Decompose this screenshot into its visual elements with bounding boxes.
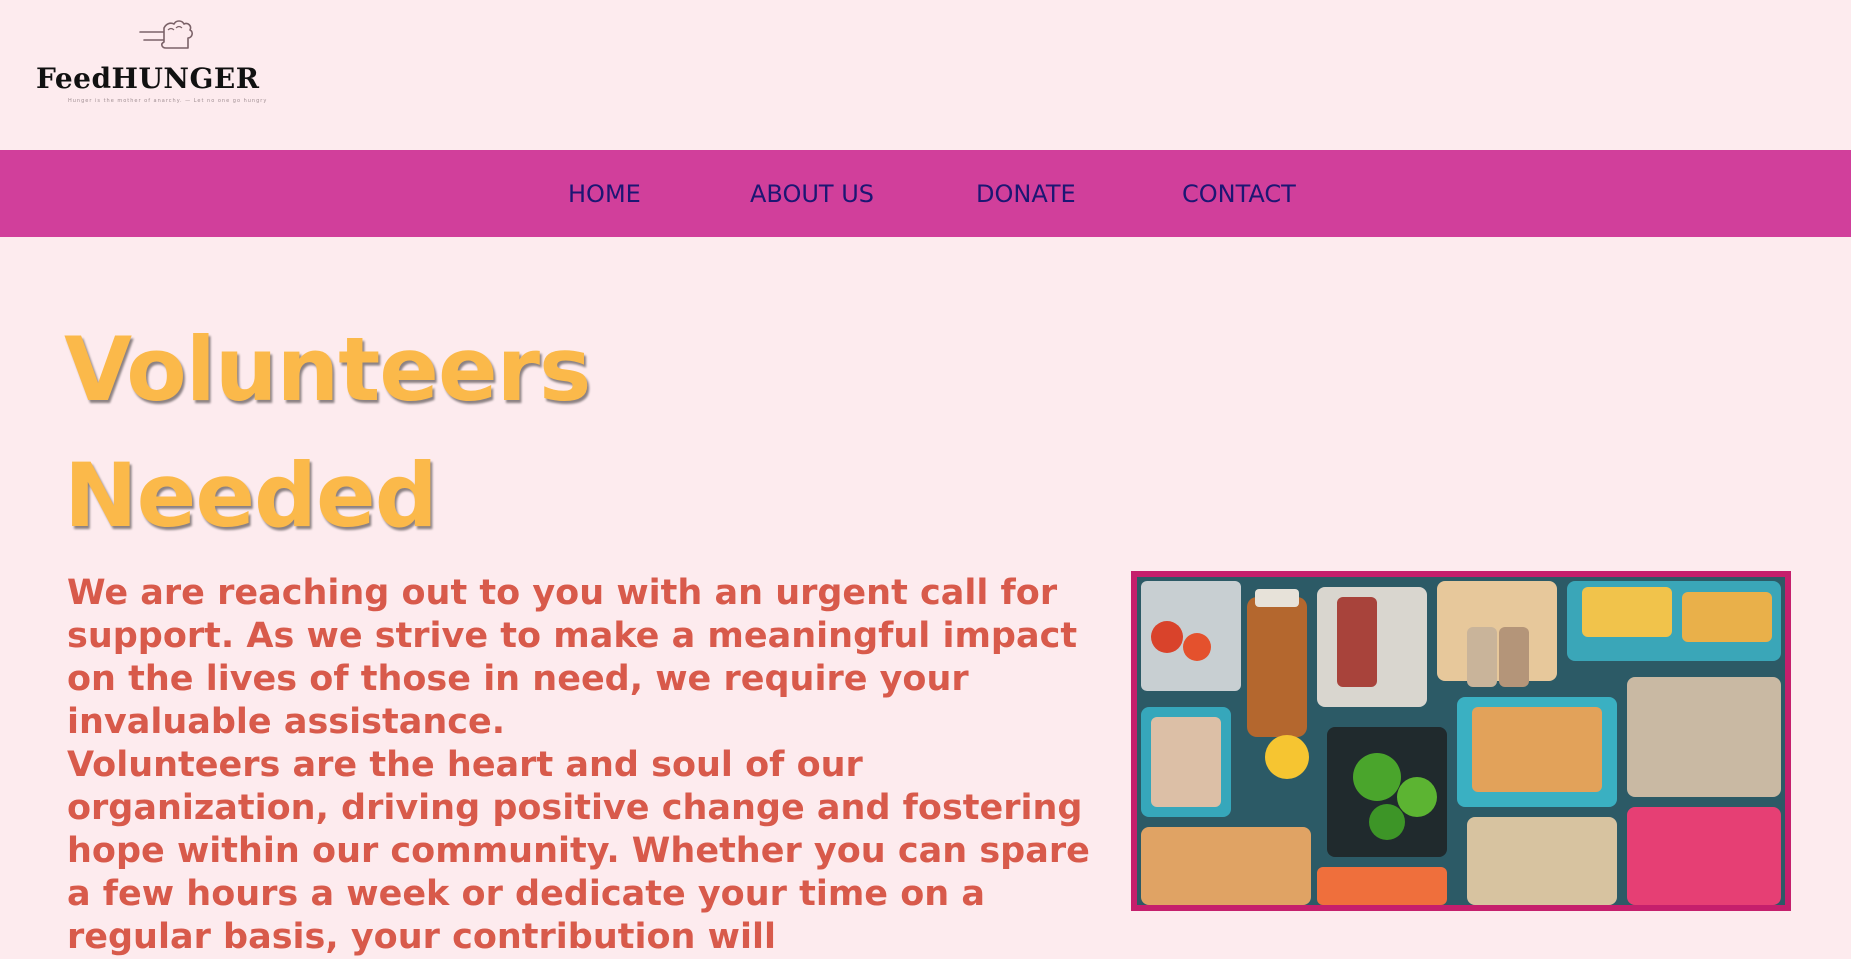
site-header: FeedHUNGER Hunger is the mother of anarc… [0,0,1851,150]
nav-contact[interactable]: CONTACT [1182,180,1296,208]
logo-tagline: Hunger is the mother of anarchy. — Let n… [68,98,268,104]
nav-donate[interactable]: DONATE [976,180,1076,208]
intro-paragraph: We are reaching out to you with an urgen… [67,573,1078,742]
main-navigation: HOME ABOUT US DONATE CONTACT [0,150,1851,237]
hand-feeding-icon [139,20,193,49]
logo-wordmark: FeedHUNGER [36,62,260,95]
volunteer-paragraph: Volunteers are the heart and soul of our… [67,745,1090,957]
nav-about-us[interactable]: ABOUT US [750,180,874,208]
food-packages-photo [1131,571,1791,911]
food-packages-illustration [1137,577,1785,905]
headline-line-1: Volunteers [64,318,591,421]
site-logo[interactable]: FeedHUNGER Hunger is the mother of anarc… [36,14,296,109]
headline-line-2: Needed [64,444,438,547]
nav-home[interactable]: HOME [568,180,641,208]
